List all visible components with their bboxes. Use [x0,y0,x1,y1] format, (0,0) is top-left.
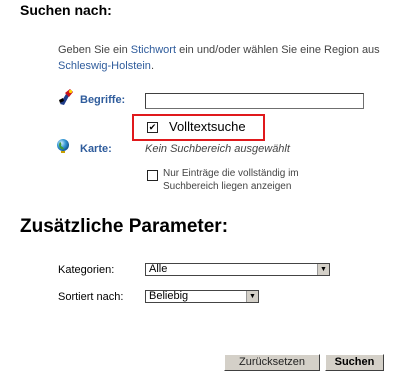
nur-vollstaendig-checkbox[interactable] [147,170,158,181]
karte-label: Karte: [80,143,112,155]
kategorien-label: Kategorien: [58,264,115,276]
chevron-down-icon[interactable]: ▼ [246,291,258,302]
begriffe-input[interactable] [145,93,364,109]
kategorien-select[interactable]: Alle ▼ [145,263,330,276]
globe-icon [57,139,69,153]
volltextsuche-checkbox[interactable]: ✔ [147,122,158,133]
schleswig-holstein-link[interactable]: Schleswig-Holstein [58,60,151,72]
reset-button[interactable]: Zurücksetzen [224,354,320,371]
intro-text-part3: . [150,60,154,72]
intro-text: Geben Sie ein Stichwort ein und/oder wäh… [58,42,388,74]
key-hand-icon [59,89,73,105]
sortiert-select-value: Beliebig [149,290,189,302]
kategorien-select-value: Alle [149,263,168,275]
volltextsuche-label: Volltextsuche [169,119,246,134]
stichwort-link[interactable]: Stichwort [131,44,176,56]
page-title: Suchen nach: [20,2,112,18]
sortiert-label: Sortiert nach: [58,291,124,303]
begriffe-label: Begriffe: [80,94,126,106]
intro-text-part2: ein und/oder wählen Sie eine Region aus [176,44,380,56]
suchbereich-status: Kein Suchbereich ausgewählt [145,143,290,155]
check-icon: ✔ [148,122,157,132]
sortiert-select[interactable]: Beliebig ▼ [145,290,259,303]
nur-vollstaendig-label: Nur Einträge die vollständig im Suchbere… [163,168,299,192]
chevron-down-icon[interactable]: ▼ [317,264,329,275]
intro-text-part1: Geben Sie ein [58,44,131,56]
search-button[interactable]: Suchen [325,354,384,371]
parameters-heading: Zusätzliche Parameter: [20,216,229,237]
